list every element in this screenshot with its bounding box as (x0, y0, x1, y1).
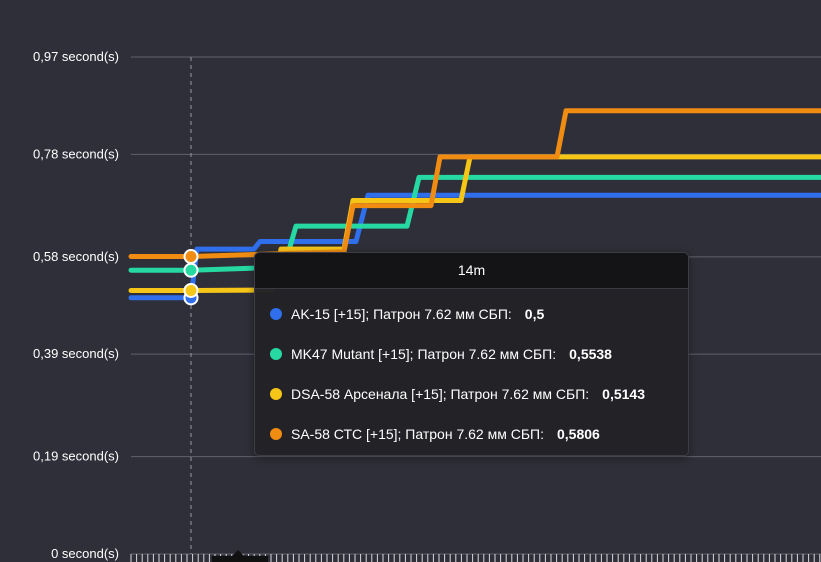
chart-tooltip: 14m AK-15 [+15]; Патрон 7.62 мм СБП: 0,5… (254, 252, 689, 456)
x-axis (130, 550, 821, 562)
tooltip-row-sa58: SA-58 СТС [+15]; Патрон 7.62 мм СБП: 0,5… (270, 424, 600, 444)
tooltip-value: 0,5143 (602, 386, 645, 402)
tooltip-row-ak15: AK-15 [+15]; Патрон 7.62 мм СБП: 0,5 (270, 304, 544, 324)
y-tick-label: 0,19 second(s) (33, 449, 119, 464)
y-tick-label: 0 second(s) (51, 546, 119, 561)
tooltip-value: 0,5538 (569, 346, 612, 362)
hover-marker-2 (183, 282, 199, 298)
y-tick-label: 0,97 second(s) (33, 49, 119, 64)
y-tick-label: 0,78 second(s) (33, 146, 119, 161)
tooltip-value: 0,5 (524, 306, 545, 322)
series-dot-icon (270, 428, 282, 440)
x-axis-highlight (212, 556, 268, 562)
tooltip-value: 0,5806 (556, 426, 600, 442)
tooltip-label: MK47 Mutant [+15]; Патрон 7.62 мм СБП: (291, 346, 557, 362)
y-tick-label: 0,58 second(s) (33, 249, 119, 264)
series-dot-icon (270, 308, 282, 320)
tooltip-label: DSA-58 Арсенала [+15]; Патрон 7.62 мм СБ… (291, 386, 590, 402)
tooltip-title: 14m (255, 253, 688, 289)
y-axis-tick-labels: 0 second(s) 0,19 second(s) 0,39 second(s) 0… (33, 49, 119, 561)
series-dot-icon (270, 388, 282, 400)
tooltip-label: AK-15 [+15]; Патрон 7.62 мм СБП: (291, 306, 512, 322)
tooltip-label: SA-58 СТС [+15]; Патрон 7.62 мм СБП: (291, 426, 544, 442)
hover-marker-3 (183, 249, 199, 265)
y-tick-label: 0,39 second(s) (33, 346, 119, 361)
series-line-3 (128, 108, 821, 259)
tooltip-row-dsa58: DSA-58 Арсенала [+15]; Патрон 7.62 мм СБ… (270, 384, 645, 404)
series-dot-icon (270, 348, 282, 360)
x-axis-pointer (232, 550, 244, 556)
tooltip-row-mk47: MK47 Mutant [+15]; Патрон 7.62 мм СБП: 0… (270, 344, 612, 364)
hover-marker-1 (183, 262, 199, 278)
